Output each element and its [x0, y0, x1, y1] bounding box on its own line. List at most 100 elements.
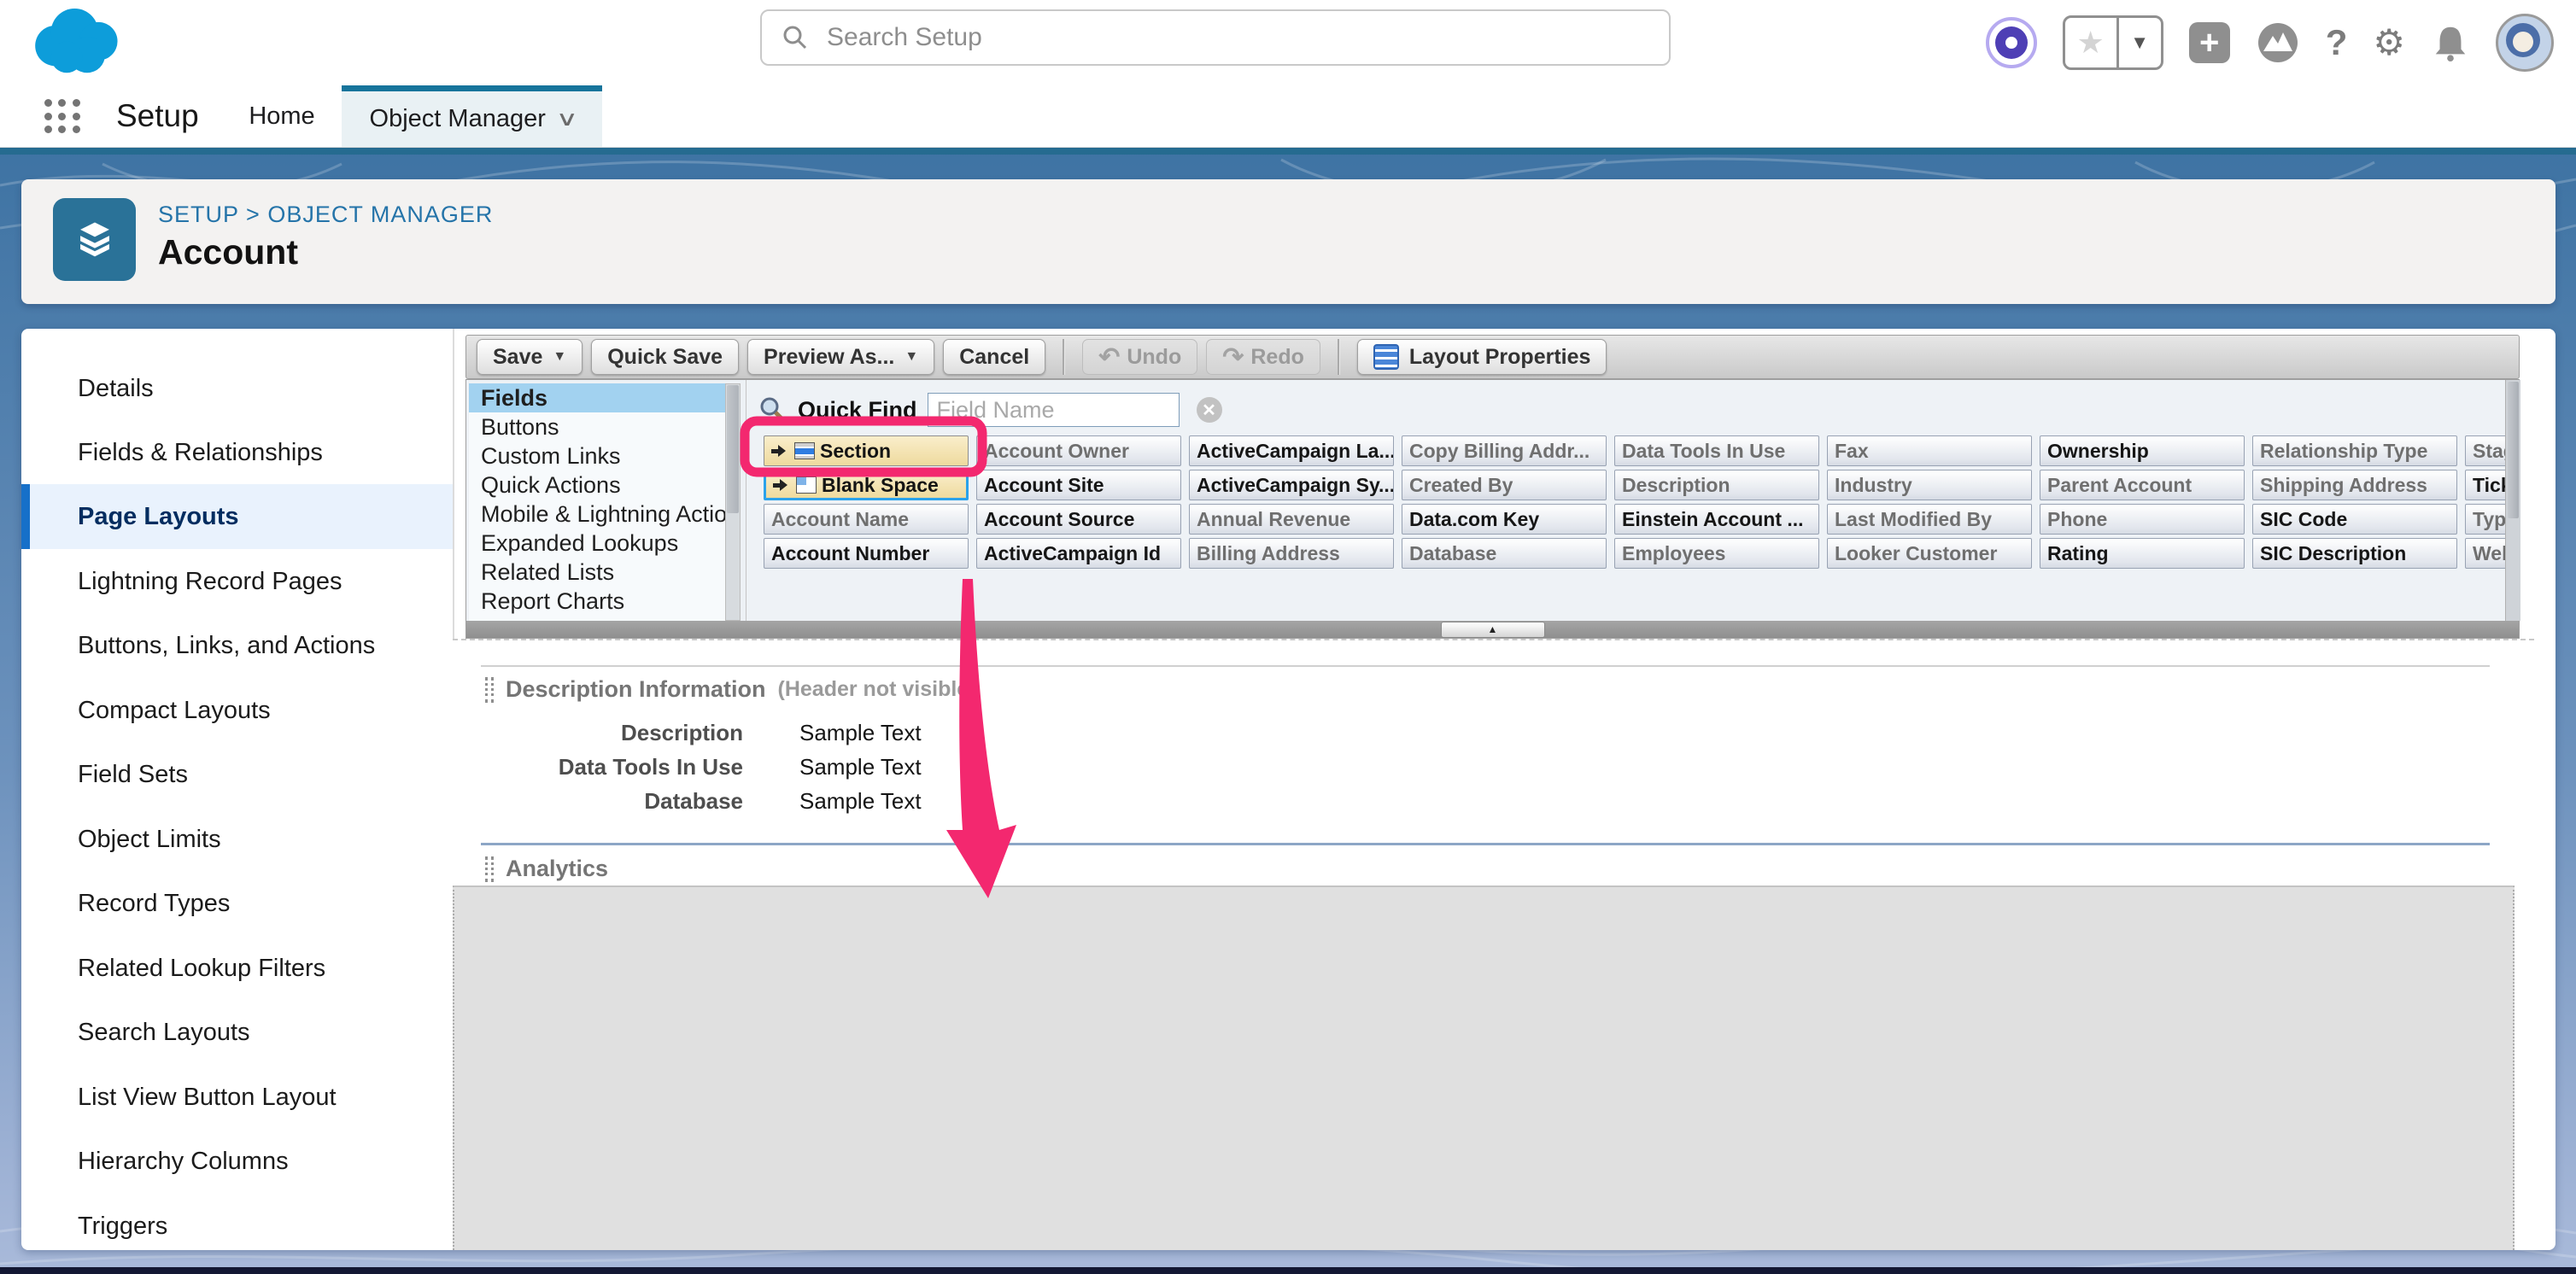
field-item[interactable]: Account Site [976, 470, 1181, 500]
layout-properties-button[interactable]: Layout Properties [1357, 339, 1607, 375]
drag-handle-icon[interactable] [485, 677, 494, 703]
field-item[interactable]: Account Number [764, 538, 969, 569]
layout-editor-toolbar: Save▼ Quick Save Preview As...▼ Cancel ↶… [465, 335, 2520, 379]
sidebar-item-details[interactable]: Details [21, 356, 453, 421]
trailhead-icon[interactable] [2256, 20, 2300, 65]
sidebar-item-fields-relationships[interactable]: Fields & Relationships [21, 420, 453, 485]
field-item[interactable]: ActiveCampaign Sy... [1189, 470, 1394, 500]
field-item[interactable]: Industry [1827, 470, 2032, 500]
field-item[interactable]: Annual Revenue [1189, 504, 1394, 535]
sidebar-item-buttons-links-actions[interactable]: Buttons, Links, and Actions [21, 613, 453, 678]
sidebar-item-triggers[interactable]: Triggers [21, 1194, 453, 1250]
field-item[interactable]: Rating [2040, 538, 2245, 569]
field-item-blank-space[interactable]: Blank Space [764, 470, 969, 500]
quick-find-input[interactable] [928, 393, 1180, 427]
palette-category-custom-links[interactable]: Custom Links [469, 441, 725, 470]
quick-find-label: Quick Find [798, 397, 917, 424]
palette-category-fields[interactable]: Fields [469, 383, 725, 412]
avatar[interactable] [2496, 14, 2554, 72]
app-launcher-icon[interactable] [44, 99, 82, 135]
field-item[interactable]: Data.com Key [1402, 504, 1607, 535]
quick-save-button[interactable]: Quick Save [591, 339, 739, 375]
clear-icon[interactable]: ✕ [1197, 397, 1222, 423]
sidebar-item-hierarchy-columns[interactable]: Hierarchy Columns [21, 1129, 453, 1194]
sidebar-item-field-sets[interactable]: Field Sets [21, 742, 453, 807]
save-dropdown-icon[interactable]: ▼ [553, 349, 566, 365]
breadcrumb: SETUP > OBJECT MANAGER [158, 202, 493, 228]
palette-category-report-charts[interactable]: Report Charts [469, 587, 725, 616]
analytics-section-area[interactable] [453, 885, 2515, 1250]
field-item[interactable]: Account Name [764, 504, 969, 535]
preview-as-button[interactable]: Preview As...▼ [747, 339, 934, 375]
palette-category-quick-actions[interactable]: Quick Actions [469, 470, 725, 500]
field-item[interactable]: Type [2465, 504, 2506, 535]
field-item[interactable]: Billing Address [1189, 538, 1394, 569]
undo-button[interactable]: ↶Undo [1082, 339, 1197, 375]
sidebar-item-compact-layouts[interactable]: Compact Layouts [21, 678, 453, 743]
field-item[interactable]: Relationship Type [2252, 435, 2457, 466]
category-scrollbar[interactable] [725, 383, 741, 621]
search-setup-input[interactable] [825, 22, 1608, 53]
sidebar-item-related-lookup-filters[interactable]: Related Lookup Filters [21, 936, 453, 1001]
field-item[interactable]: Account Source [976, 504, 1181, 535]
tab-object-manager[interactable]: Object Manager ∨ [342, 85, 602, 147]
help-icon[interactable]: ? [2326, 25, 2348, 61]
breadcrumb-object-manager-link[interactable]: OBJECT MANAGER [267, 202, 493, 227]
field-item[interactable]: SIC Code [2252, 504, 2457, 535]
field-item[interactable]: Looker Customer [1827, 538, 2032, 569]
field-item[interactable]: Copy Billing Addr... [1402, 435, 1607, 466]
setup-gear-icon[interactable]: ⚙ [2373, 25, 2405, 61]
field-item[interactable]: Fax [1827, 435, 2032, 466]
layout-field-row[interactable]: DatabaseSample Text [487, 784, 922, 818]
sidebar-item-lightning-record-pages[interactable]: Lightning Record Pages [21, 549, 453, 614]
layout-field-row[interactable]: Data Tools In UseSample Text [487, 750, 922, 784]
sidebar-item-record-types[interactable]: Record Types [21, 871, 453, 936]
palette-category-related-lists[interactable]: Related Lists [469, 558, 725, 587]
sidebar-item-search-layouts[interactable]: Search Layouts [21, 1000, 453, 1065]
palette-scrollbar[interactable] [2505, 380, 2520, 621]
field-item[interactable]: Parent Account [2040, 470, 2245, 500]
section-icon [794, 442, 815, 459]
favorites-star-icon[interactable]: ★ [2065, 18, 2116, 67]
save-button[interactable]: Save▼ [477, 339, 583, 375]
field-item[interactable]: Account Owner [976, 435, 1181, 466]
field-item[interactable]: Database [1402, 538, 1607, 569]
breadcrumb-setup-link[interactable]: SETUP [158, 202, 239, 227]
field-item[interactable]: Einstein Account ... [1614, 504, 1819, 535]
field-item[interactable]: Websit [2465, 538, 2506, 569]
field-item[interactable]: ActiveCampaign La... [1189, 435, 1394, 466]
palette-category-mobile-lightning-actions[interactable]: Mobile & Lightning Actions [469, 500, 725, 529]
sidebar-item-page-layouts[interactable]: Page Layouts [21, 484, 453, 549]
notification-bell-icon[interactable] [2431, 23, 2470, 62]
field-item[interactable]: Ticker [2465, 470, 2506, 500]
collapse-arrow-icon: ▲ [1488, 623, 1498, 635]
palette-category-expanded-lookups[interactable]: Expanded Lookups [469, 529, 725, 558]
field-item[interactable]: Shipping Address [2252, 470, 2457, 500]
tab-home[interactable]: Home [239, 85, 325, 147]
field-item[interactable]: Phone [2040, 504, 2245, 535]
field-item[interactable]: Description [1614, 470, 1819, 500]
favorites-dropdown-icon[interactable]: ▼ [2116, 18, 2161, 67]
field-item[interactable]: ActiveCampaign Id [976, 538, 1181, 569]
field-item[interactable]: Data Tools In Use [1614, 435, 1819, 466]
field-item[interactable]: Stage ( [2465, 435, 2506, 466]
drag-handle-icon[interactable] [485, 856, 494, 882]
sidebar-item-list-view-button-layout[interactable]: List View Button Layout [21, 1065, 453, 1130]
sidebar-item-object-limits[interactable]: Object Limits [21, 807, 453, 872]
layout-field-row[interactable]: DescriptionSample Text [487, 716, 922, 750]
field-item[interactable]: Created By [1402, 470, 1607, 500]
add-icon[interactable]: + [2189, 22, 2230, 63]
cancel-button[interactable]: Cancel [943, 339, 1045, 375]
redo-button[interactable]: ↷Redo [1206, 339, 1320, 375]
palette-category-buttons[interactable]: Buttons [469, 412, 725, 441]
field-item[interactable]: Ownership [2040, 435, 2245, 466]
collapse-palette-button[interactable]: ▲ [1441, 622, 1545, 638]
app-name-label: Setup [116, 85, 199, 147]
field-item[interactable]: Employees [1614, 538, 1819, 569]
guidance-badge-icon[interactable] [1986, 17, 2037, 68]
page-header-card: SETUP > OBJECT MANAGER Account [21, 179, 2556, 304]
field-item[interactable]: SIC Description [2252, 538, 2457, 569]
field-item-section[interactable]: Section [764, 435, 969, 466]
setup-nav-bar: Setup Home Object Manager ∨ [0, 85, 2576, 148]
field-item[interactable]: Last Modified By [1827, 504, 2032, 535]
